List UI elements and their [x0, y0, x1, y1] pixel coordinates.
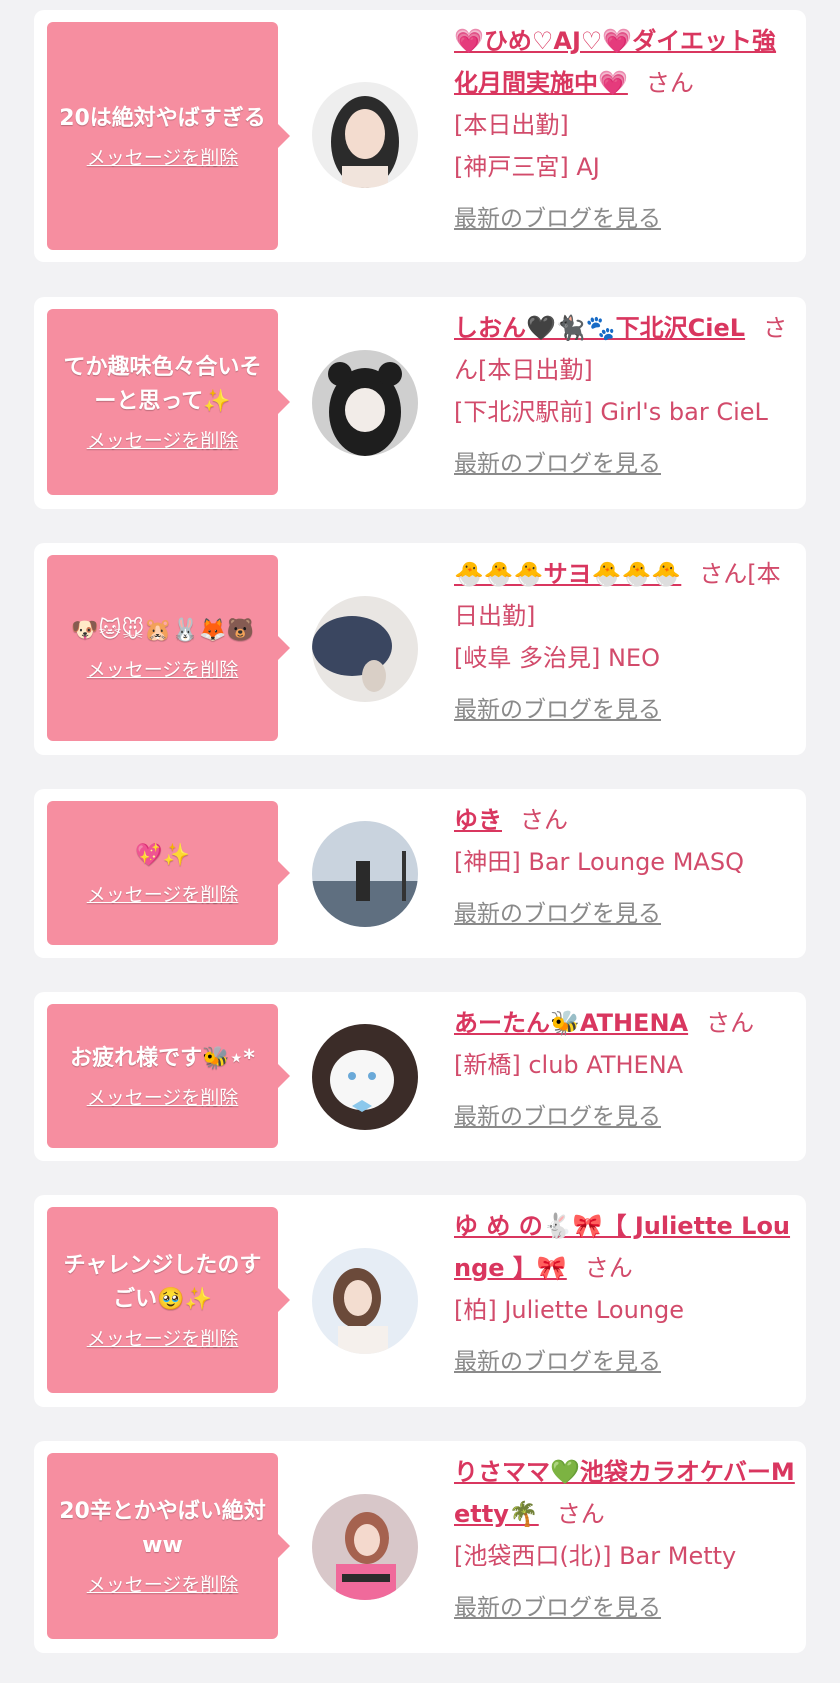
latest-blog-link[interactable]: 最新のブログを見る — [454, 198, 661, 240]
list-item: てか趣味色々合いそーと思って✨ メッセージを削除 しおん🖤🐈‍⬛🐾下北沢CieL… — [34, 297, 806, 509]
message-bubble: 💖✨ メッセージを削除 — [47, 801, 290, 945]
shop-name: [下北沢駅前] Girl's bar CieL — [454, 398, 768, 426]
cast-name-link[interactable]: 💗ひめ♡AJ♡💗ダイエット強化月間実施中💗 — [454, 27, 776, 97]
delete-message-button[interactable]: メッセージを削除 — [87, 1327, 239, 1351]
cast-info: しおん🖤🐈‍⬛🐾下北沢CieL さん[本日出勤] [下北沢駅前] Girl's b… — [454, 307, 796, 485]
cast-info: 💗ひめ♡AJ♡💗ダイエット強化月間実施中💗 さん [本日出勤] [神戸三宮] AJ… — [454, 20, 796, 240]
cast-name-link[interactable]: あーたん🐝ATHENA — [454, 1009, 688, 1037]
delete-message-button[interactable]: メッセージを削除 — [87, 429, 239, 453]
shop-name: [岐阜 多治見] NEO — [454, 644, 660, 672]
honorific: さん — [699, 560, 748, 588]
delete-message-button[interactable]: メッセージを削除 — [87, 1573, 239, 1597]
shift-status: [本日出勤] — [478, 356, 593, 384]
latest-blog-link[interactable]: 最新のブログを見る — [454, 1587, 661, 1629]
shop-name: [神田] Bar Lounge MASQ — [454, 848, 744, 876]
list-item: お疲れ様です🐝⋆* メッセージを削除 あーたん🐝ATHENA さん [新橋] cl… — [34, 992, 806, 1161]
list-item: 🐶🐱🐭🐹🐰🦊🐻 メッセージを削除 🐣🐣🐣サヨ🐣🐣🐣 さん[本日出勤] [岐阜 多治… — [34, 543, 806, 755]
message-text: お疲れ様です🐝⋆* — [70, 1046, 255, 1071]
latest-blog-link[interactable]: 最新のブログを見る — [454, 1341, 661, 1383]
latest-blog-link[interactable]: 最新のブログを見る — [454, 893, 661, 935]
list-item: チャレンジしたのすごい🥹✨ メッセージを削除 ゆ め の🐇🎀【 Juliette… — [34, 1195, 806, 1407]
message-bubble: お疲れ様です🐝⋆* メッセージを削除 — [47, 1004, 290, 1148]
message-bubble: 🐶🐱🐭🐹🐰🦊🐻 メッセージを削除 — [47, 555, 290, 741]
honorific: さん — [584, 1254, 633, 1282]
message-bubble: 20は絶対やばすぎる メッセージを削除 — [47, 22, 290, 250]
message-text: てか趣味色々合いそーと思って✨ — [63, 355, 262, 414]
cast-info: ゆき さん [神田] Bar Lounge MASQ 最新のブログを見る — [454, 799, 796, 935]
honorific: さん — [556, 1500, 605, 1528]
message-text: チャレンジしたのすごい🥹✨ — [63, 1253, 262, 1312]
honorific: さん — [520, 806, 568, 834]
latest-blog-link[interactable]: 最新のブログを見る — [454, 1096, 661, 1138]
honorific: さん — [645, 69, 694, 97]
avatar[interactable] — [312, 1248, 418, 1354]
list-item: 20辛とかやばい絶対ww メッセージを削除 りさママ💚池袋カラオケバーMetty… — [34, 1441, 806, 1653]
message-text: 💖✨ — [135, 843, 190, 868]
cast-info: りさママ💚池袋カラオケバーMetty🌴 さん [池袋西口(北)] Bar Mett… — [454, 1451, 796, 1629]
latest-blog-link[interactable]: 最新のブログを見る — [454, 443, 661, 485]
avatar[interactable] — [312, 821, 418, 927]
message-text: 20は絶対やばすぎる — [59, 106, 266, 131]
message-bubble: 20辛とかやばい絶対ww メッセージを削除 — [47, 1453, 290, 1639]
cast-info: 🐣🐣🐣サヨ🐣🐣🐣 さん[本日出勤] [岐阜 多治見] NEO 最新のブログを見る — [454, 553, 796, 731]
latest-blog-link[interactable]: 最新のブログを見る — [454, 689, 661, 731]
cast-info: あーたん🐝ATHENA さん [新橋] club ATHENA 最新のブログを見る — [454, 1002, 796, 1138]
shop-name: [新橋] club ATHENA — [454, 1051, 684, 1079]
delete-message-button[interactable]: メッセージを削除 — [87, 883, 239, 907]
avatar[interactable] — [312, 596, 418, 702]
cast-info: ゆ め の🐇🎀【 Juliette Lounge 】🎀 さん [柏] Juliet… — [454, 1205, 796, 1383]
avatar[interactable] — [312, 82, 418, 188]
list-item: 💖✨ メッセージを削除 ゆき さん [神田] Bar Lounge MASQ 最新… — [34, 789, 806, 958]
cast-name-link[interactable]: りさママ💚池袋カラオケバーMetty🌴 — [454, 1458, 795, 1528]
message-text: 20辛とかやばい絶対ww — [59, 1499, 266, 1558]
message-list: 20は絶対やばすぎる メッセージを削除 💗ひめ♡AJ♡💗ダイエット強化月間実施中… — [0, 0, 840, 1683]
shop-name: [神戸三宮] AJ — [454, 153, 600, 181]
cast-name-link[interactable]: 🐣🐣🐣サヨ🐣🐣🐣 — [454, 560, 681, 588]
avatar[interactable] — [312, 1024, 418, 1130]
avatar[interactable] — [312, 350, 418, 456]
message-text: 🐶🐱🐭🐹🐰🦊🐻 — [71, 618, 254, 643]
shop-name: [池袋西口(北)] Bar Metty — [454, 1542, 737, 1570]
message-bubble: てか趣味色々合いそーと思って✨ メッセージを削除 — [47, 309, 290, 495]
cast-name-link[interactable]: しおん🖤🐈‍⬛🐾下北沢CieL — [454, 314, 745, 342]
honorific: さん — [706, 1009, 755, 1037]
list-item: 20は絶対やばすぎる メッセージを削除 💗ひめ♡AJ♡💗ダイエット強化月間実施中… — [34, 10, 806, 262]
delete-message-button[interactable]: メッセージを削除 — [87, 658, 239, 682]
delete-message-button[interactable]: メッセージを削除 — [87, 146, 239, 170]
cast-name-link[interactable]: ゆき — [454, 806, 502, 834]
shift-status: [本日出勤] — [454, 111, 569, 139]
shop-name: [柏] Juliette Lounge — [454, 1296, 685, 1324]
delete-message-button[interactable]: メッセージを削除 — [87, 1086, 239, 1110]
message-bubble: チャレンジしたのすごい🥹✨ メッセージを削除 — [47, 1207, 290, 1393]
avatar[interactable] — [312, 1494, 418, 1600]
